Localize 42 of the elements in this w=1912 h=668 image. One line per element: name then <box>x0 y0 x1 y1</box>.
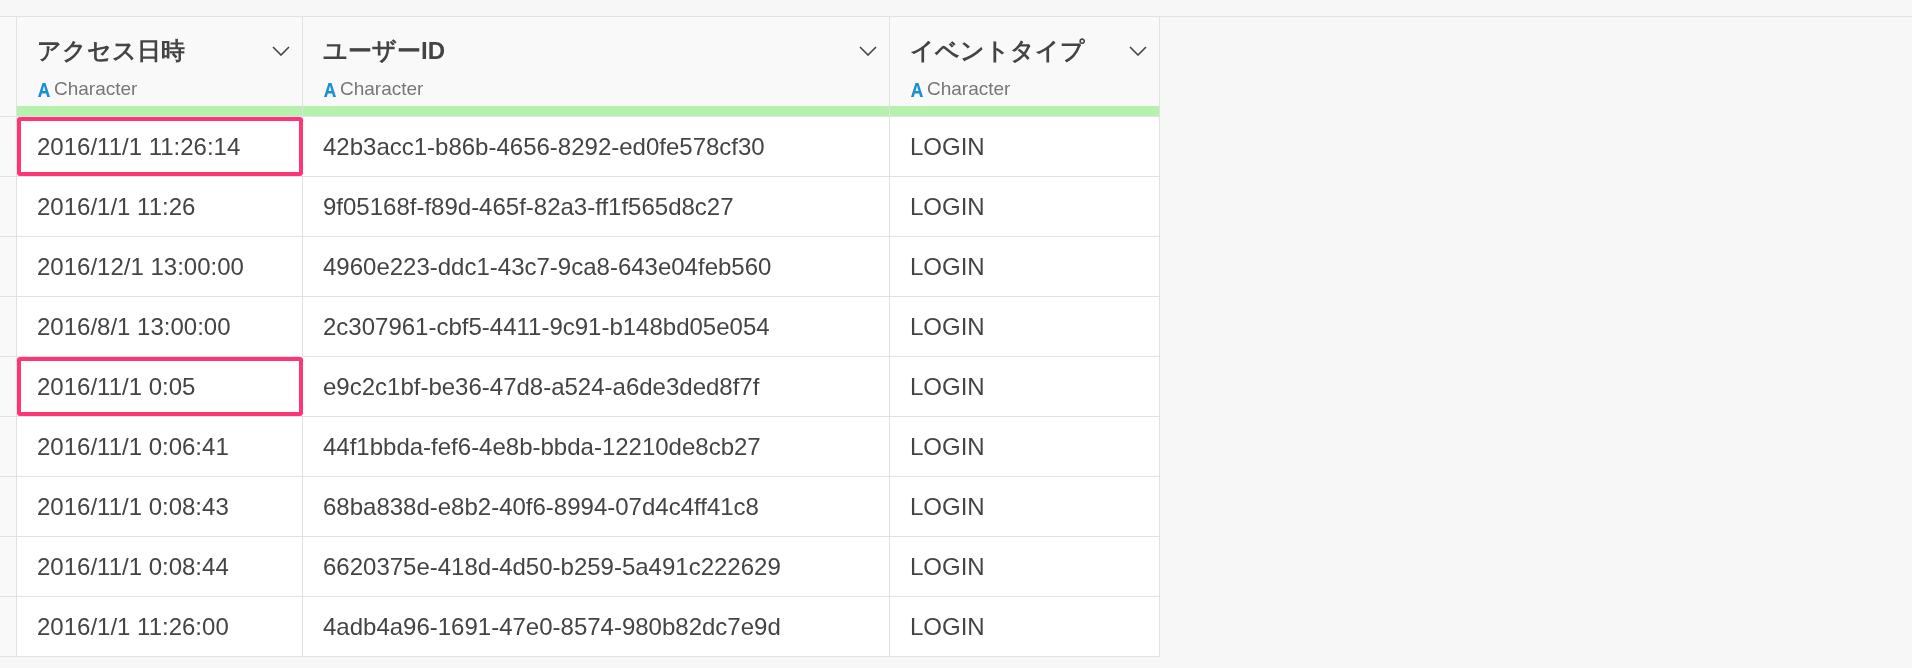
table-cell-text: 2016/11/1 0:05 <box>37 371 196 402</box>
column-title: イベントタイプ <box>910 36 1085 66</box>
table-cell-text: LOGIN <box>910 371 985 402</box>
table-cell-text: LOGIN <box>910 611 985 642</box>
chevron-down-icon[interactable] <box>1129 46 1147 56</box>
chevron-down-icon[interactable] <box>859 46 877 56</box>
table-cell-text: 4adb4a96-1691-47e0-8574-980b82dc7e9d <box>323 611 781 642</box>
column-header[interactable]: ユーザーID Character <box>303 17 890 116</box>
letter-a-icon <box>910 81 924 97</box>
table-cell-text: 2016/1/1 11:26 <box>37 191 196 222</box>
table-cell-text: 2016/11/1 11:26:14 <box>37 131 241 162</box>
table-cell-text: 2016/11/1 0:06:41 <box>37 431 229 462</box>
column-type: Character <box>54 77 138 101</box>
column-title: アクセス日時 <box>37 36 185 66</box>
table-cell-text: 44f1bbda-fef6-4e8b-bbda-12210de8cb27 <box>323 431 761 462</box>
column-header[interactable]: イベントタイプ Character <box>890 17 1160 116</box>
table-cell-text: LOGIN <box>910 431 985 462</box>
table-cell-text: 68ba838d-e8b2-40f6-8994-07d4c4ff41c8 <box>323 491 759 522</box>
column-title: ユーザーID <box>323 36 445 66</box>
table-cell-text: 2016/11/1 0:08:44 <box>37 551 229 582</box>
table-cell-text: 9f05168f-f89d-465f-82a3-ff1f565d8c27 <box>323 191 734 222</box>
table-cell-text: 4960e223-ddc1-43c7-9ca8-643e04feb560 <box>323 251 772 282</box>
table-cell-text: 2016/8/1 13:00:00 <box>37 311 231 342</box>
table-cell-text: e9c2c1bf-be36-47d8-a524-a6de3ded8f7f <box>323 371 760 402</box>
chevron-down-icon[interactable] <box>272 46 290 56</box>
table-cell-text: LOGIN <box>910 191 985 222</box>
letter-a-icon <box>323 81 337 97</box>
table-cell-text: 2016/12/1 13:00:00 <box>37 251 244 282</box>
table-cell-text: 2c307961-cbf5-4411-9c91-b148bd05e054 <box>323 311 770 342</box>
column-type: Character <box>340 77 424 101</box>
table-cell-text: LOGIN <box>910 491 985 522</box>
letter-a-icon <box>37 81 51 97</box>
table-cell-text: 6620375e-418d-4d50-b259-5a491c222629 <box>323 551 781 582</box>
table-cell-text: LOGIN <box>910 251 985 282</box>
column-header[interactable]: アクセス日時 Character <box>17 17 303 116</box>
table-cell-text: LOGIN <box>910 311 985 342</box>
table-cell-text: 2016/11/1 0:08:43 <box>37 491 229 522</box>
table-cell-text: 42b3acc1-b86b-4656-8292-ed0fe578cf30 <box>323 131 765 162</box>
column-type: Character <box>927 77 1011 101</box>
table-cell-text: 2016/1/1 11:26:00 <box>37 611 229 642</box>
table-cell-text: LOGIN <box>910 131 985 162</box>
table-cell-text: LOGIN <box>910 551 985 582</box>
